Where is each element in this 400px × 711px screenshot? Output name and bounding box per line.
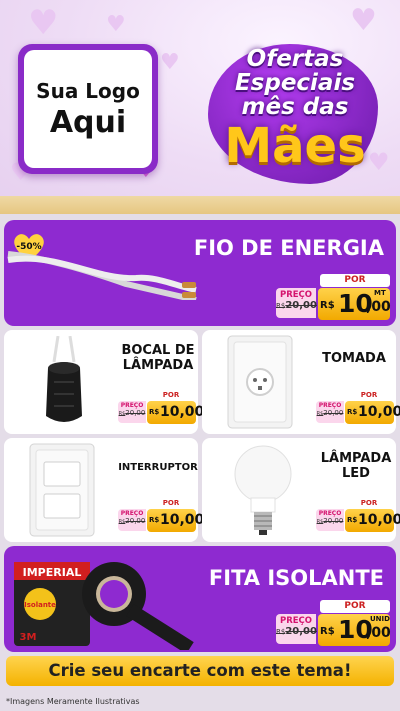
- heart-icon: ♥: [350, 3, 377, 38]
- heart-icon: ♥: [160, 50, 180, 75]
- product-name: TOMADA: [322, 351, 386, 366]
- new-price-box: R$ 10,00: [345, 509, 400, 532]
- product-name-line1: BOCAL DE: [121, 343, 195, 358]
- tape-brand-text: IMPERIAL: [23, 566, 82, 579]
- por-label: POR: [346, 390, 392, 400]
- old-price-value: 20,00: [323, 517, 344, 525]
- new-price-box: R$ 10,00: [147, 401, 204, 424]
- old-currency: R$: [276, 302, 286, 310]
- product-name-line2: LÂMPADA: [122, 357, 194, 373]
- outlet-image: [227, 335, 293, 429]
- price-tag: POR PREÇO R$20,00 R$ 10 ,00 UNID: [276, 598, 392, 648]
- title-line-3: mês das: [241, 94, 349, 120]
- old-price-box: PREÇO R$20,00: [276, 288, 317, 318]
- price-tag: POR PREÇO R$20,00 R$ 10,00: [316, 498, 400, 534]
- price-tag: POR PREÇO R$20,00 R$ 10,00: [118, 390, 204, 426]
- old-price-label: PREÇO: [279, 290, 313, 300]
- product-card-interruptor[interactable]: INTERRUPTOR POR PREÇO R$20,00 R$ 10,00: [4, 438, 204, 542]
- title-line-2: Especiais: [234, 70, 356, 96]
- new-price-value: 10,00: [358, 512, 400, 528]
- currency-symbol: R$: [320, 300, 335, 311]
- title-line-1: Ofertas: [246, 46, 344, 72]
- logo-placeholder[interactable]: Sua Logo Aqui: [18, 44, 158, 174]
- heart-icon: ♥: [106, 12, 126, 37]
- new-price-value: 10,00: [160, 512, 205, 528]
- disclaimer-text: *Imagens Meramente Ilustrativas: [6, 697, 140, 706]
- old-currency: R$: [276, 628, 286, 636]
- price-unit: UNID: [370, 615, 390, 623]
- new-price-box: R$ 10 ,00 MT: [318, 288, 391, 320]
- old-price-box: PREÇO R$20,00: [316, 401, 344, 423]
- old-price-label: PREÇO: [318, 510, 342, 517]
- por-label: POR: [320, 600, 390, 613]
- new-price-dec: ,00: [366, 299, 391, 315]
- title-line-4: Mães: [224, 118, 366, 174]
- old-price-box: PREÇO R$20,00: [316, 509, 344, 531]
- tape-label-text: Isolante: [24, 601, 56, 609]
- old-price-value: 20,00: [125, 517, 146, 525]
- insulating-tape-image: IMPERIAL Isolante 3M: [14, 562, 194, 650]
- currency-symbol: R$: [149, 408, 160, 416]
- product-card-tomada[interactable]: TOMADA POR PREÇO R$20,00 R$ 10,00: [202, 330, 400, 434]
- old-price-box: PREÇO R$20,00: [276, 614, 317, 644]
- price-tag: POR PREÇO R$20,00 R$ 10 ,00 MT: [276, 272, 392, 322]
- por-label: POR: [346, 498, 392, 508]
- old-price-label: PREÇO: [120, 402, 144, 409]
- logo-text-line2: Aqui: [49, 104, 127, 140]
- product-name: BOCAL DE LÂMPADA: [116, 343, 200, 374]
- new-price-box: R$ 10,00: [345, 401, 400, 424]
- old-price-value: 20,00: [285, 300, 317, 311]
- new-price-dec: ,00: [366, 625, 391, 641]
- new-price-box: R$ 10 ,00 UNID: [318, 614, 391, 646]
- tape-logo-text: 3M: [20, 632, 37, 643]
- product-card-bocal-de-lampada[interactable]: BOCAL DE LÂMPADA POR PREÇO R$20,00 R$ 10…: [4, 330, 204, 434]
- product-name-line2: LED: [342, 465, 370, 481]
- old-price-value: 20,00: [323, 409, 344, 417]
- product-name: LÂMPADA LED: [314, 451, 398, 482]
- por-label: POR: [320, 274, 390, 287]
- old-price-label: PREÇO: [279, 616, 313, 626]
- old-price-label: PREÇO: [120, 510, 144, 517]
- old-price-value: 20,00: [285, 626, 317, 637]
- por-label: POR: [148, 498, 194, 508]
- old-price-label: PREÇO: [318, 402, 342, 409]
- price-tag: POR PREÇO R$20,00 R$ 10,00: [118, 498, 204, 534]
- currency-symbol: R$: [347, 408, 358, 416]
- price-unit: MT: [374, 289, 386, 297]
- heart-icon: ♥: [28, 3, 59, 43]
- old-price-box: PREÇO R$20,00: [118, 401, 146, 423]
- product-card-lampada-led[interactable]: LÂMPADA LED POR PREÇO R$20,00 R$ 10,00: [202, 438, 400, 542]
- new-price-value: 10,00: [160, 404, 205, 420]
- currency-symbol: R$: [320, 626, 335, 637]
- led-bulb-image: [234, 445, 292, 535]
- campaign-title: Ofertas Especiais mês das Mães: [200, 38, 390, 188]
- product-name: INTERRUPTOR: [118, 462, 198, 473]
- header: ♥ ♥ ♥ ♥ ♥ ♥ ♥ Sua Logo Aqui Ofertas Espe…: [0, 0, 400, 210]
- product-name-line1: LÂMPADA: [320, 451, 392, 466]
- switch-image: [29, 443, 95, 537]
- lamp-socket-image: [46, 336, 82, 422]
- cable-image: [7, 251, 197, 300]
- old-price-box: PREÇO R$20,00: [118, 509, 146, 531]
- new-price-value: 10,00: [358, 404, 400, 420]
- logo-text-line1: Sua Logo: [36, 78, 140, 103]
- new-price-box: R$ 10,00: [147, 509, 204, 532]
- cta-banner[interactable]: Crie seu encarte com este tema!: [6, 656, 394, 686]
- currency-symbol: R$: [149, 516, 160, 524]
- product-card-fio-de-energia[interactable]: -50% FIO DE ENERGIA POR PREÇO R$20,00 R$…: [4, 220, 396, 326]
- product-name: FITA ISOLANTE: [208, 566, 384, 590]
- por-label: POR: [148, 390, 194, 400]
- price-tag: POR PREÇO R$20,00 R$ 10,00: [316, 390, 400, 426]
- product-card-fita-isolante[interactable]: IMPERIAL Isolante 3M FITA ISOLANTE POR P…: [4, 546, 396, 652]
- product-name: FIO DE ENERGIA: [193, 236, 384, 260]
- currency-symbol: R$: [347, 516, 358, 524]
- old-price-value: 20,00: [125, 409, 146, 417]
